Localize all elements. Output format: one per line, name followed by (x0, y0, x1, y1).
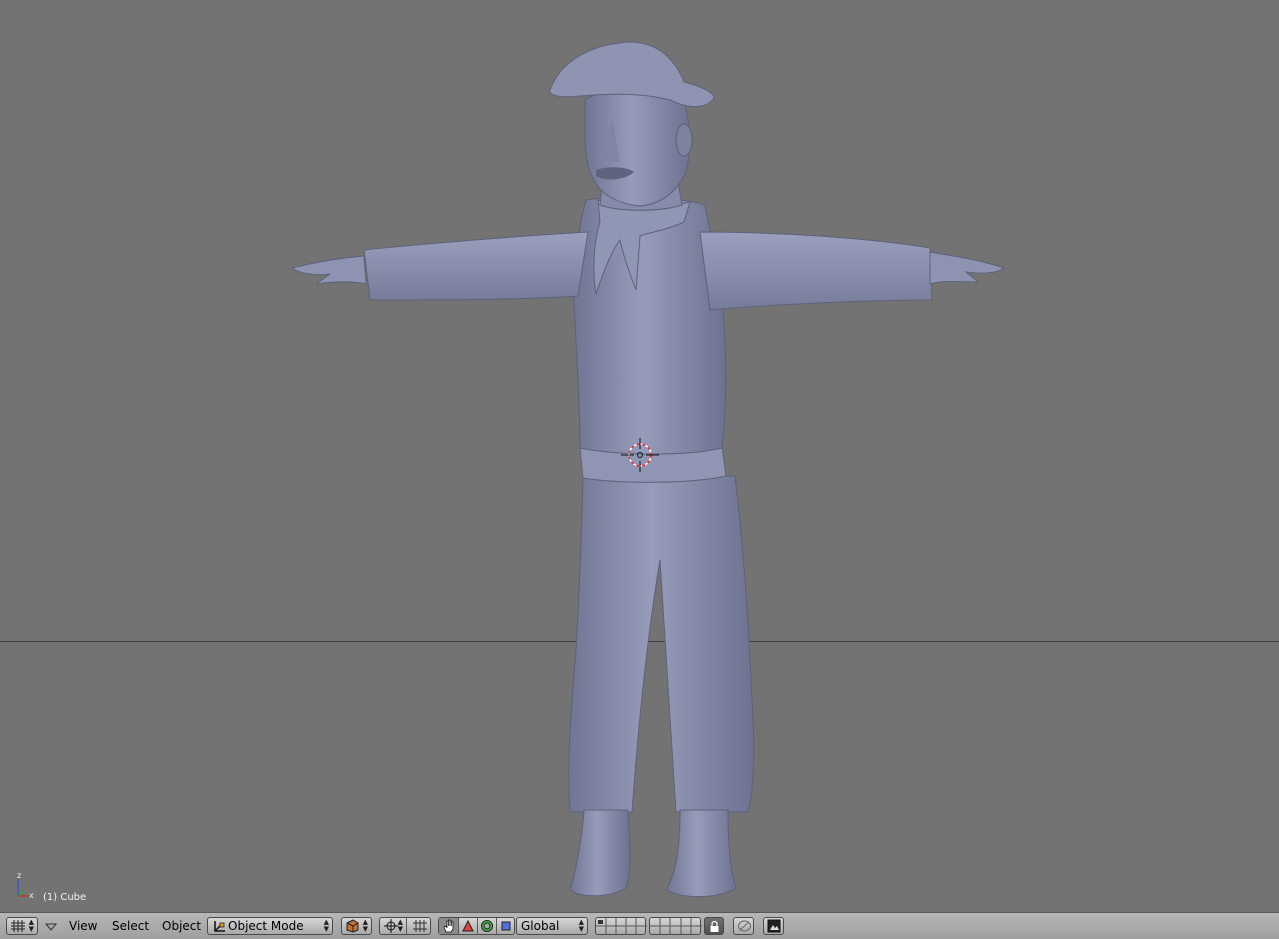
opengl-render-icon (738, 920, 751, 932)
pivot-point-select[interactable]: ▲ ▼ (380, 918, 407, 934)
right-arm (699, 231, 933, 311)
orientation-select-value: Global (521, 919, 560, 933)
axis-gizmo-icon: z x (17, 872, 34, 900)
character-mesh[interactable] (0, 0, 1279, 912)
left-arm (363, 231, 589, 301)
render-preview-icon (767, 919, 781, 933)
translate-icon (462, 920, 474, 932)
layers-icon-b (650, 918, 702, 934)
menu-view[interactable]: View (69, 919, 97, 933)
layers-group-a[interactable] (595, 917, 647, 935)
solid-draw-type-icon (346, 919, 359, 933)
axis-z-label: z (17, 872, 21, 880)
manipulator-group (438, 917, 515, 935)
mode-select-value: Object Mode (228, 919, 304, 933)
right-hand (929, 251, 1006, 285)
layers-icon (596, 918, 647, 934)
viewport-header: ▲ ▼ View Select Object Object Mode ▲ ▼ ▲ ▼ … (0, 912, 1279, 939)
trousers (568, 475, 755, 813)
mode-select[interactable]: Object Mode ▲ ▼ (207, 917, 333, 935)
scale-toggle[interactable] (497, 918, 516, 934)
layers-group-b[interactable] (649, 917, 702, 935)
opengl-render-button[interactable] (733, 917, 754, 935)
menu-select[interactable]: Select (112, 919, 149, 933)
draw-type-select[interactable]: ▲ ▼ (341, 917, 372, 935)
head (584, 90, 691, 207)
collapse-menu-icon[interactable] (45, 923, 57, 931)
snap-icon[interactable] (412, 919, 428, 933)
grid-icon (11, 920, 25, 932)
hand-icon (443, 919, 454, 933)
lock-layers-button[interactable] (704, 917, 724, 935)
right-boot (665, 809, 737, 898)
left-hand (290, 255, 367, 285)
translate-toggle[interactable] (459, 918, 478, 934)
3d-viewport[interactable]: z x (1) Cube (0, 0, 1279, 912)
lock-icon (710, 920, 719, 932)
manipulator-toggle[interactable] (439, 918, 459, 934)
pivot-point-icon (384, 919, 398, 933)
object-mode-icon (214, 921, 225, 932)
scale-icon (501, 921, 511, 931)
menu-object[interactable]: Object (162, 919, 201, 933)
pivot-snap-group: ▲ ▼ (379, 917, 431, 935)
editor-type-select[interactable]: ▲ ▼ (6, 917, 38, 935)
left-boot (569, 809, 631, 897)
render-preview-button[interactable] (763, 917, 784, 935)
orientation-select[interactable]: Global ▲ ▼ (516, 917, 588, 935)
rotate-icon (481, 920, 493, 932)
rotate-toggle[interactable] (478, 918, 497, 934)
active-object-label: (1) Cube (43, 892, 87, 903)
axis-x-label: x (29, 891, 34, 900)
